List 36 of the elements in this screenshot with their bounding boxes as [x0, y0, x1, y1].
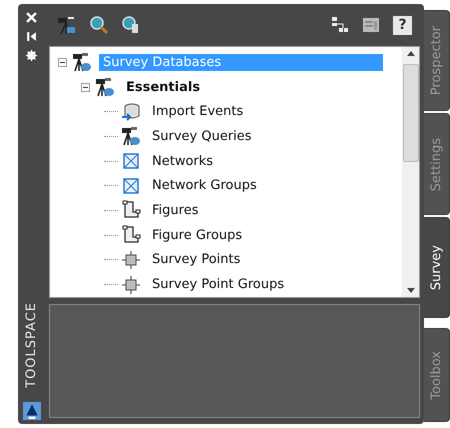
point-icon — [121, 274, 141, 295]
magnifier-icon[interactable] — [89, 15, 109, 35]
scrollbar[interactable] — [402, 47, 419, 297]
scroll-down-icon[interactable] — [406, 288, 414, 293]
tree-item[interactable]: Survey Points — [148, 251, 244, 268]
figure-icon — [121, 225, 141, 246]
tree-item[interactable]: Figures — [148, 202, 202, 219]
panel-icon[interactable] — [361, 15, 381, 35]
help-button[interactable]: ? — [393, 16, 412, 34]
tree-item[interactable]: Network Groups — [148, 177, 261, 194]
tripod-icon[interactable] — [57, 15, 77, 35]
close-icon[interactable] — [26, 12, 37, 23]
tree-item[interactable]: Essentials — [122, 78, 204, 96]
network-icon — [121, 151, 141, 172]
tree-item[interactable]: Import Events — [148, 103, 248, 120]
collapse-toggle[interactable] — [58, 58, 67, 67]
tripod-icon — [72, 52, 92, 72]
tripod-icon — [95, 77, 115, 98]
tree-item[interactable]: Figure Groups — [148, 226, 246, 244]
app-logo-icon[interactable] — [22, 402, 40, 420]
network-icon — [121, 176, 141, 196]
scroll-up-icon[interactable] — [406, 51, 414, 56]
palette-tab[interactable]: Survey — [424, 216, 450, 318]
palette-title: TOOLSPACE — [24, 302, 39, 388]
settings-icon[interactable] — [26, 50, 37, 61]
hierarchy-icon[interactable] — [329, 15, 349, 35]
point-icon — [121, 250, 141, 270]
magnifier-icon[interactable] — [121, 15, 141, 35]
tree-item[interactable]: Survey Queries — [148, 128, 256, 145]
tree-item[interactable]: Survey Point Groups — [148, 276, 288, 294]
auto-hide-icon[interactable] — [26, 31, 37, 42]
collapse-toggle[interactable] — [81, 82, 90, 92]
tripod-icon — [121, 126, 141, 146]
database-icon — [121, 102, 141, 122]
figure-icon — [121, 200, 141, 220]
tree-item[interactable]: Networks — [148, 152, 218, 170]
